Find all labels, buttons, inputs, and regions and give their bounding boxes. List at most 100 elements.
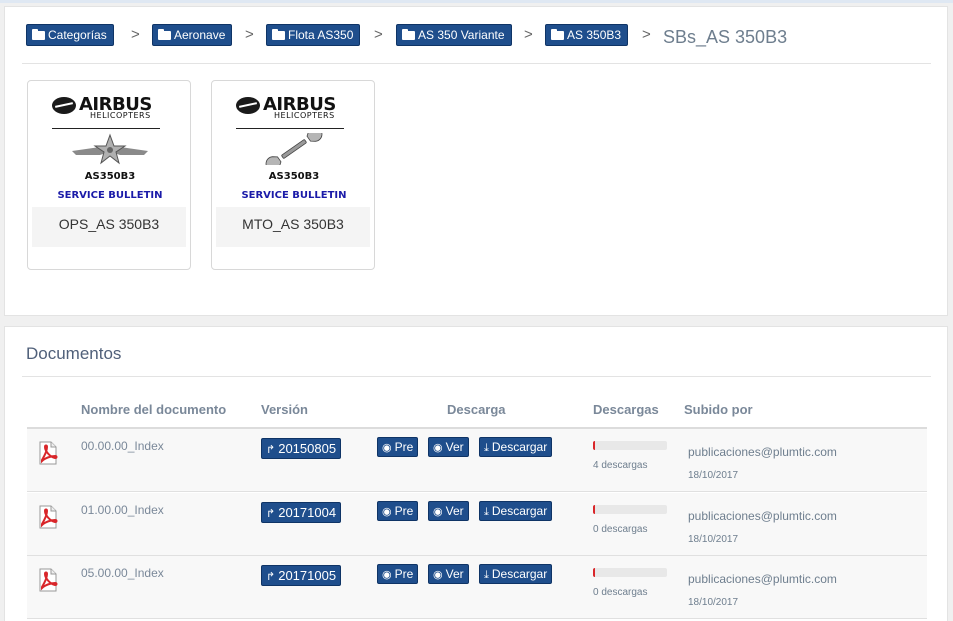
share-arrow-icon: ↱	[266, 508, 276, 520]
breadcrumb-separator: >	[131, 26, 140, 43]
folder-panel: Categorías > Aeronave > Flota AS350 > AS…	[4, 6, 948, 316]
document-name-link[interactable]: 01.00.00_Index	[81, 503, 164, 517]
download-button[interactable]: ⤓ Descargar	[479, 564, 553, 584]
table-row: 01.00.00_Index ↱ 20171004 ◉ Pre ◉ Ver ⤓ Desc…	[27, 493, 927, 556]
breadcrumb-current: SBs_AS 350B3	[663, 27, 788, 47]
pilot-wings-icon	[72, 133, 148, 165]
download-count: 0 descargas	[593, 587, 648, 598]
pdf-icon[interactable]	[36, 505, 60, 529]
pdf-icon[interactable]	[36, 441, 60, 465]
version-button[interactable]: ↱ 20150805	[261, 438, 342, 459]
breadcrumb-label: AS 350 Variante	[418, 28, 505, 42]
card-model: AS350B3	[268, 171, 320, 182]
breadcrumb-item-categorias[interactable]: Categorías	[26, 24, 114, 46]
uploader-email: publicaciones@plumtic.com	[688, 509, 837, 523]
folder-icon	[551, 29, 564, 40]
version-button[interactable]: ↱ 20171005	[261, 565, 342, 586]
share-arrow-icon: ↱	[266, 444, 276, 456]
download-progress-bar	[593, 568, 667, 577]
document-name-link[interactable]: 05.00.00_Index	[81, 566, 164, 580]
preview-label: Pre	[394, 504, 414, 518]
preview-label: Pre	[394, 567, 414, 581]
column-header-name[interactable]: Nombre del documento	[81, 402, 226, 417]
breadcrumb-separator: >	[524, 26, 533, 43]
preview-button[interactable]: ◉ Pre	[377, 501, 419, 521]
download-count: 4 descargas	[593, 460, 648, 471]
view-label: Ver	[445, 567, 464, 581]
upload-date: 18/10/2017	[688, 470, 739, 481]
download-icon: ⤓	[484, 442, 489, 454]
download-icon: ⤓	[484, 569, 489, 581]
breadcrumb-item-variante[interactable]: AS 350 Variante	[396, 24, 512, 46]
view-button[interactable]: ◉ Ver	[428, 501, 469, 521]
breadcrumb-label: Aeronave	[174, 28, 226, 42]
version-label: 20171004	[278, 505, 337, 520]
uploader-email: publicaciones@plumtic.com	[688, 445, 837, 459]
view-label: Ver	[445, 440, 464, 454]
download-count: 0 descargas	[593, 524, 648, 535]
download-progress-bar	[593, 441, 667, 450]
folder-icon	[32, 29, 45, 40]
folder-icon	[158, 29, 171, 40]
preview-label: Pre	[394, 440, 414, 454]
folder-card-ops[interactable]: AIRBUS HELICOPTERS AS350B3 SERVICE BULLE…	[27, 80, 191, 270]
eye-slash-icon: ◉	[382, 506, 392, 518]
column-header-uploaded-by[interactable]: Subido por	[684, 402, 753, 417]
brand-subtext: HELICOPTERS	[274, 111, 335, 120]
divider	[22, 376, 931, 377]
documents-title: Documentos	[26, 344, 122, 363]
version-label: 20150805	[278, 441, 337, 456]
document-name-link[interactable]: 00.00.00_Index	[81, 439, 164, 453]
column-header-downloads[interactable]: Descargas	[593, 402, 659, 417]
preview-button[interactable]: ◉ Pre	[377, 437, 419, 457]
download-progress-fill	[593, 568, 596, 577]
breadcrumb-label: AS 350B3	[567, 28, 622, 42]
airbus-logo-mark-icon	[52, 97, 76, 114]
breadcrumb-item-aeronave[interactable]: Aeronave	[152, 24, 233, 46]
upload-date: 18/10/2017	[688, 534, 739, 545]
eye-icon: ◉	[433, 442, 443, 454]
download-label: Descargar	[491, 440, 548, 454]
download-progress-bar	[593, 505, 667, 514]
documents-panel: Documentos Nombre del documento Versión …	[4, 326, 948, 621]
download-progress-fill	[593, 441, 596, 450]
uploader-email: publicaciones@plumtic.com	[688, 572, 837, 586]
folder-card-mto[interactable]: AIRBUS HELICOPTERS AS350B3 SERVICE BULLE…	[211, 80, 375, 270]
download-label: Descargar	[491, 567, 548, 581]
logo-divider	[236, 128, 344, 129]
eye-icon: ◉	[433, 506, 443, 518]
breadcrumb: Categorías > Aeronave > Flota AS350 > AS…	[26, 23, 931, 49]
breadcrumb-label: Flota AS350	[288, 28, 354, 42]
share-arrow-icon: ↱	[266, 571, 276, 583]
divider	[22, 63, 931, 64]
view-button[interactable]: ◉ Ver	[428, 564, 469, 584]
table-row: 05.00.00_Index ↱ 20171005 ◉ Pre ◉ Ver ⤓ Desc…	[27, 556, 927, 619]
pdf-icon[interactable]	[36, 568, 60, 592]
view-button[interactable]: ◉ Ver	[428, 437, 469, 457]
logo-divider	[52, 128, 160, 129]
download-button[interactable]: ⤓ Descargar	[479, 501, 553, 521]
column-header-download: Descarga	[447, 402, 506, 417]
top-accent-line	[0, 0, 953, 3]
breadcrumb-item-flota[interactable]: Flota AS350	[266, 24, 361, 46]
card-label: SERVICE BULLETIN	[57, 190, 163, 201]
card-model: AS350B3	[84, 171, 136, 182]
card-caption: MTO_AS 350B3	[216, 207, 370, 247]
folder-icon	[402, 29, 415, 40]
preview-button[interactable]: ◉ Pre	[377, 564, 419, 584]
brand-subtext: HELICOPTERS	[90, 111, 151, 120]
breadcrumb-label: Categorías	[48, 28, 107, 42]
airbus-logo-mark-icon	[236, 97, 260, 114]
download-progress-fill	[593, 505, 596, 514]
view-label: Ver	[445, 504, 464, 518]
folder-icon	[272, 29, 285, 40]
upload-date: 18/10/2017	[688, 597, 739, 608]
version-button[interactable]: ↱ 20171004	[261, 502, 342, 523]
version-label: 20171005	[278, 568, 337, 583]
download-button[interactable]: ⤓ Descargar	[479, 437, 553, 457]
column-header-version[interactable]: Versión	[261, 402, 308, 417]
breadcrumb-separator: >	[642, 26, 651, 43]
breadcrumb-separator: >	[374, 26, 383, 43]
breadcrumb-item-as350b3[interactable]: AS 350B3	[545, 24, 629, 46]
eye-icon: ◉	[433, 569, 443, 581]
